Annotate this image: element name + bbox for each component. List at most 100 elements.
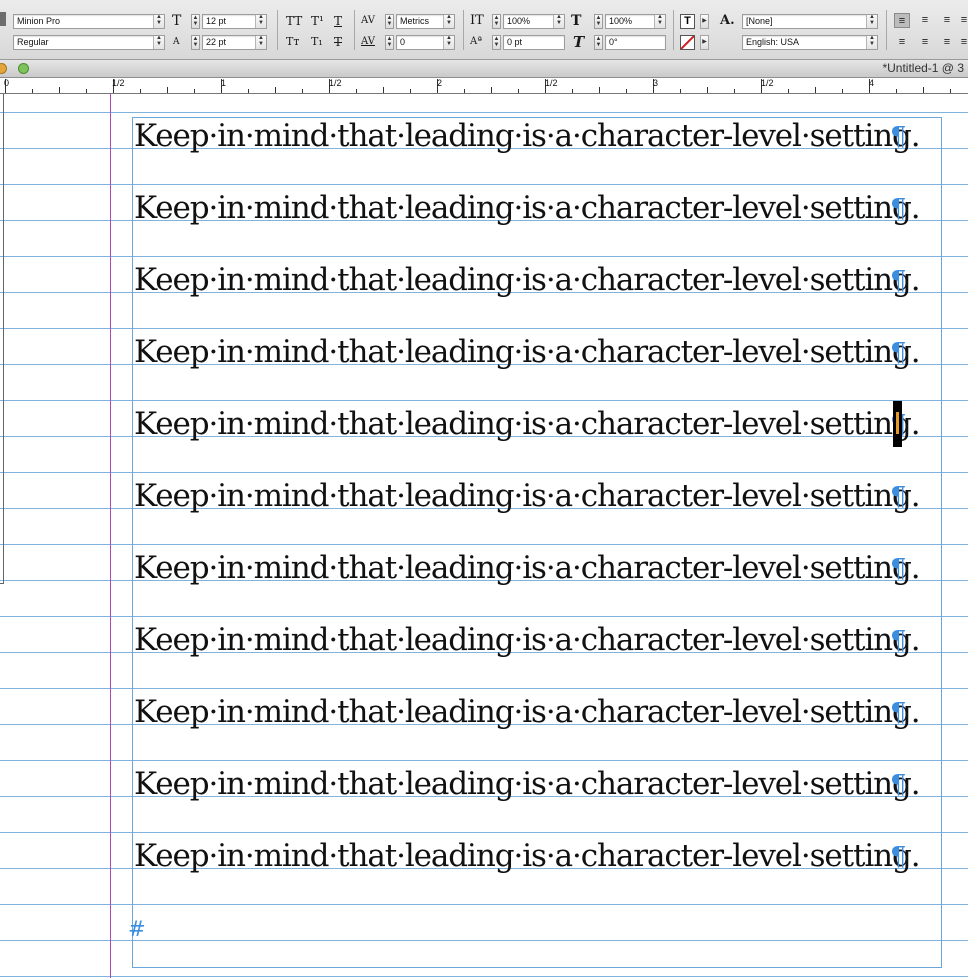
chevron-updown-icon: ▲ ▼ [255,36,266,49]
chevron-updown-icon: ▲ ▼ [255,15,266,28]
text-line[interactable]: Keep·in·mind·that·leading·is·a·character… [134,553,921,584]
ruler-tick [491,87,492,93]
subscript-icon[interactable]: T₁ [311,35,323,49]
chevron-updown-icon: ▲ ▼ [443,36,454,49]
ruler-label: 1/2 [761,78,774,88]
ruler-tick [86,89,87,93]
text-line[interactable]: Keep·in·mind·that·leading·is·a·character… [134,265,921,296]
font-style-value: Regular [17,37,49,47]
justify-right-icon[interactable]: ≡ [939,35,955,50]
horizontal-ruler[interactable]: 0 1/2 1 1/2 2 1/2 3 1/2 4 [0,78,968,94]
font-size-stepper[interactable]: ▲ ▼ [191,14,200,29]
justify-all-icon[interactable]: ≡ [960,35,968,50]
ruler-label: 3 [653,78,659,88]
stroke-menu-arrow[interactable]: ▶ [700,35,709,50]
text-line[interactable]: Keep·in·mind·that·leading·is·a·character… [134,481,921,512]
ruler-tick [950,89,951,93]
skew-icon: T [573,33,585,51]
leading-field[interactable]: 22 pt ▲ ▼ [202,35,267,50]
fill-menu-arrow[interactable]: ▶ [700,14,709,29]
align-right-icon[interactable]: ≡ [939,13,955,28]
divider [673,10,674,50]
kerning-dropdown[interactable]: Metrics ▲ ▼ [396,14,455,29]
tracking-stepper[interactable]: ▲ ▼ [385,35,394,50]
small-caps-icon[interactable]: Tт [286,35,299,49]
strikethrough-icon[interactable]: T [334,35,342,49]
baseline-shift-stepper[interactable]: ▲ ▼ [492,35,501,50]
ruler-tick [275,87,276,93]
divider [277,10,278,50]
ruler-tick [734,89,735,93]
horizontal-scale-value: 100% [609,16,633,26]
language-dropdown[interactable]: English: USA ▲ ▼ [742,35,878,50]
text-line[interactable]: Keep·in·mind·that·leading·is·a·character… [134,409,921,440]
pilcrow-mark: ¶ [890,554,907,584]
text-line[interactable]: Keep·in·mind·that·leading·is·a·character… [134,193,921,224]
skew-stepper[interactable]: ▲ ▼ [594,35,603,50]
ruler-tick [923,87,924,93]
ruler-tick [32,89,33,93]
ruler-tick [572,89,573,93]
character-style-value: [None] [746,16,773,26]
justify-center-icon[interactable]: ≡ [917,35,933,50]
zoom-window-button[interactable] [18,63,29,74]
vertical-scale-field[interactable]: 100% ▲ ▼ [503,14,565,29]
leading-stepper[interactable]: ▲ ▼ [191,35,200,50]
align-center-icon[interactable]: ≡ [917,13,933,28]
leading-value: 22 pt [206,37,227,47]
vertical-scale-stepper[interactable]: ▲ ▼ [492,14,501,29]
underline-icon[interactable]: T [334,14,342,28]
all-caps-icon[interactable]: TT [286,14,302,28]
pilcrow-mark: ¶ [890,266,907,296]
text-fill-icon[interactable]: T [680,14,695,29]
divider [886,10,887,50]
align-towards-spine-icon[interactable]: ≡ [960,13,968,28]
text-line[interactable]: Keep·in·mind·that·leading·is·a·character… [134,625,921,656]
horizontal-scale-stepper[interactable]: ▲ ▼ [594,14,603,29]
language-value: English: USA [746,37,800,47]
text-line[interactable]: Keep·in·mind·that·leading·is·a·character… [134,841,921,872]
text-line[interactable]: Keep·in·mind·that·leading·is·a·character… [134,697,921,728]
document-title: *Untitled-1 @ 3 [882,61,964,75]
chevron-updown-icon: ▲ ▼ [153,36,164,49]
ruler-tick [383,87,384,93]
baseline-shift-field[interactable]: 0 pt [503,35,565,50]
ruler-tick [140,89,141,93]
ruler-tick [248,89,249,93]
baseline-grid-line [0,976,968,977]
text-line[interactable]: Keep·in·mind·that·leading·is·a·character… [134,769,921,800]
ruler-tick [410,89,411,93]
skew-field[interactable]: 0° [605,35,666,50]
tracking-field[interactable]: 0 ▲ ▼ [396,35,455,50]
document-canvas[interactable]: Keep·in·mind·that·leading·is·a·character… [0,94,968,978]
ruler-tick [599,87,600,93]
panel-grip[interactable] [0,12,6,26]
ruler-label: 1/2 [545,78,558,88]
font-style-dropdown[interactable]: Regular ▲ ▼ [13,35,165,50]
vertical-scale-value: 100% [507,16,531,26]
red-slash-icon [681,36,694,49]
ruler-label: 1 [221,78,227,88]
skew-value: 0° [609,37,618,47]
font-size-field[interactable]: 12 pt ▲ ▼ [202,14,267,29]
vertical-scale-icon: IT [470,13,484,28]
baseline-shift-value: 0 pt [507,37,523,47]
tracking-icon: AV [361,36,375,47]
font-size-icon: T [172,13,182,29]
kerning-stepper[interactable]: ▲ ▼ [385,14,394,29]
pilcrow-mark: ¶ [890,338,907,368]
justify-left-icon[interactable]: ≡ [894,35,910,50]
character-style-dropdown[interactable]: [None] ▲ ▼ [742,14,878,29]
align-left-icon[interactable]: ≡ [894,13,910,28]
divider [354,10,355,50]
selected-pilcrow [896,412,899,434]
horizontal-scale-field[interactable]: 100% ▲ ▼ [605,14,666,29]
pilcrow-mark: ¶ [890,626,907,656]
text-line[interactable]: Keep·in·mind·that·leading·is·a·character… [134,121,921,152]
minimize-window-button[interactable] [0,63,7,74]
stroke-none-icon[interactable] [680,35,695,50]
chevron-updown-icon: ▲ ▼ [654,15,665,28]
font-family-dropdown[interactable]: Minion Pro ▲ ▼ [13,14,165,29]
superscript-icon[interactable]: T¹ [311,14,324,28]
text-line[interactable]: Keep·in·mind·that·leading·is·a·character… [134,337,921,368]
